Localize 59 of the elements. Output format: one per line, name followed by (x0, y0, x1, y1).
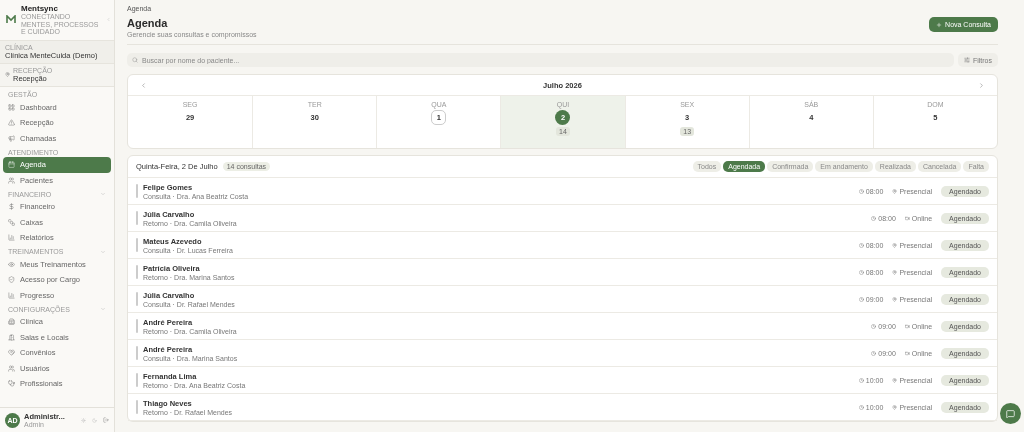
video-icon (904, 350, 910, 356)
users-icon (8, 364, 15, 372)
video-icon (904, 323, 910, 329)
clock-icon (871, 350, 877, 356)
pin-icon (892, 404, 898, 410)
chevron-icon[interactable] (100, 248, 106, 255)
accent-bar (136, 400, 138, 414)
brand-name: Mentsync (21, 4, 59, 13)
moon-icon[interactable] (92, 417, 97, 423)
sliders-icon (963, 57, 970, 63)
clock-icon (858, 377, 864, 383)
clock-icon (858, 242, 864, 248)
pin-icon (892, 242, 898, 248)
previous-button[interactable] (140, 81, 147, 89)
accent-bar (136, 292, 138, 306)
megaphone-icon (8, 134, 15, 142)
next-button[interactable] (978, 81, 985, 89)
chevron-icon[interactable] (100, 306, 106, 312)
page-title: Agenda (127, 17, 169, 29)
accent-bar (136, 265, 138, 279)
sun-icon[interactable] (81, 417, 86, 423)
clock-icon (871, 323, 877, 329)
pin-icon (892, 188, 898, 194)
stack-icon (8, 218, 15, 226)
pin-icon (892, 377, 898, 383)
accent-bar (136, 319, 138, 333)
accent-bar (136, 373, 138, 387)
grid-icon (8, 103, 15, 111)
bar-chart-icon (8, 291, 15, 299)
chat-button[interactable] (1000, 403, 1021, 424)
triangle-icon (8, 119, 15, 127)
logout-icon[interactable] (103, 417, 109, 423)
accent-bar (136, 238, 138, 252)
chat-icon (1006, 408, 1015, 419)
plus-icon (936, 21, 943, 28)
video-icon (904, 215, 910, 221)
logo-icon (6, 15, 16, 25)
clock-icon (858, 188, 864, 194)
clock-icon (858, 404, 864, 410)
search-icon (132, 57, 138, 63)
clock-icon (858, 269, 864, 275)
accent-bar (136, 184, 138, 198)
shield-icon (8, 276, 15, 284)
bar-chart-icon (8, 234, 15, 242)
door-icon (8, 333, 15, 341)
accent-bar (136, 346, 138, 360)
pin-icon (892, 296, 898, 302)
dollar-icon (8, 203, 15, 211)
calendar-icon (8, 161, 15, 169)
clock-icon (871, 215, 877, 221)
building-icon (8, 318, 15, 326)
clock-icon (858, 296, 864, 302)
users-icon (8, 176, 15, 184)
pin-icon (892, 269, 898, 275)
pin-icon (5, 72, 10, 77)
stethoscope-icon (8, 380, 15, 388)
chevron-icon[interactable] (100, 191, 106, 197)
accent-bar (136, 211, 138, 225)
eye-icon (8, 260, 15, 268)
